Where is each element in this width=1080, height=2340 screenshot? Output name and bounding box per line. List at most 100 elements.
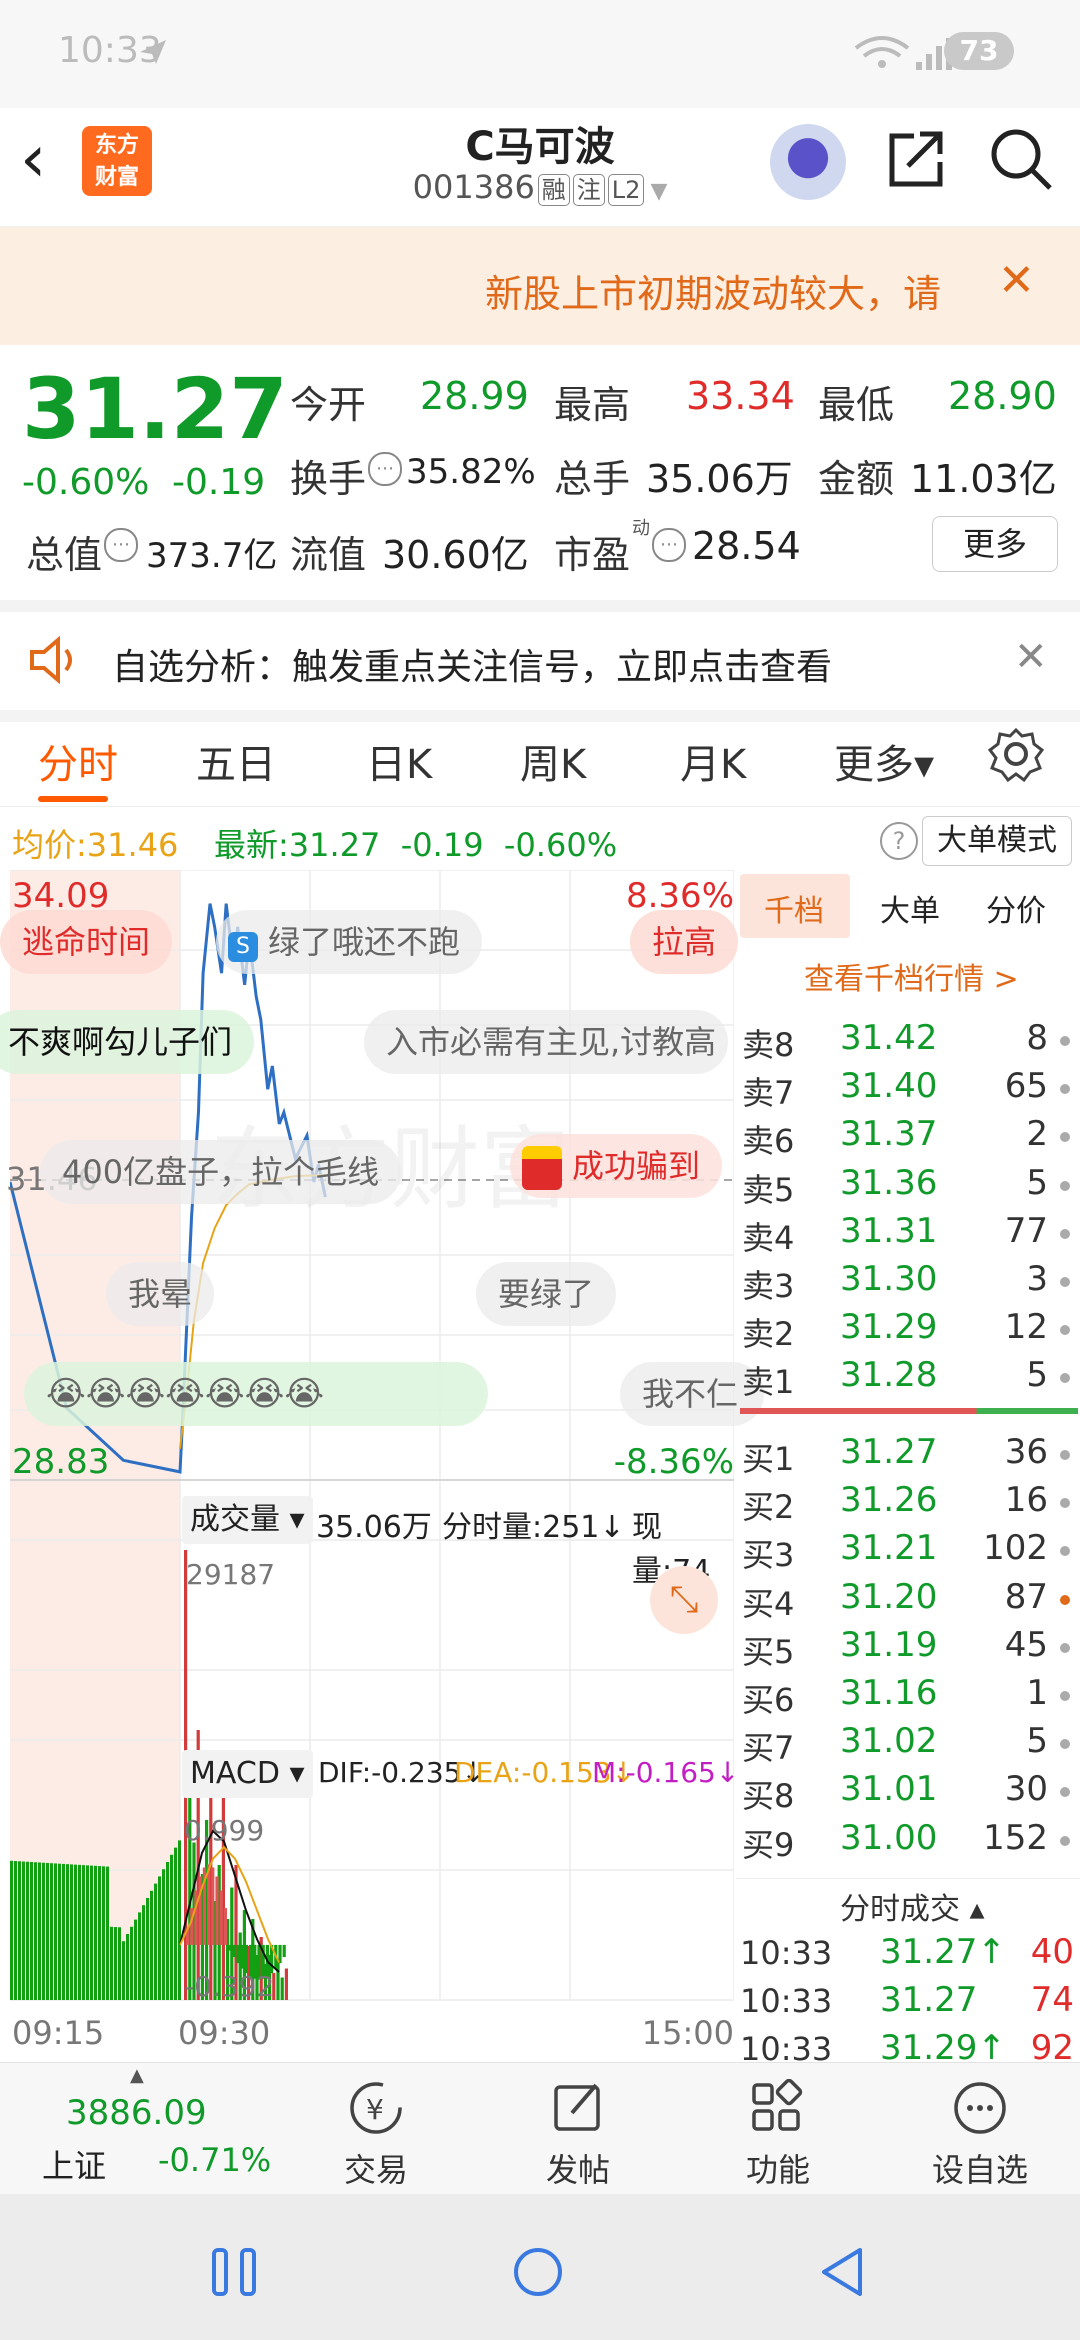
pe-label: 市盈: [554, 533, 631, 577]
tab-more[interactable]: 更多▾: [834, 732, 934, 790]
order-volume: 152: [983, 1817, 1048, 1858]
home-icon[interactable]: [508, 2242, 568, 2302]
danmu-bubble[interactable]: 成功骗到: [510, 1134, 723, 1198]
view-thousand-level-link[interactable]: 查看千档行情 >: [804, 954, 1019, 998]
close-icon[interactable]: ✕: [1014, 634, 1048, 680]
order-dot-icon: [1060, 1498, 1070, 1509]
tab-intraday[interactable]: 分时: [38, 732, 118, 790]
order-row[interactable]: 买5 31.19 45: [736, 1623, 1080, 1671]
tab-daily-k[interactable]: 日K: [366, 732, 432, 790]
function-button[interactable]: 功能: [718, 2078, 838, 2191]
back-nav-icon[interactable]: [812, 2242, 872, 2302]
order-price: 31.16: [840, 1673, 938, 1713]
order-row[interactable]: 卖7 31.40 65: [736, 1064, 1080, 1112]
order-row[interactable]: 卖8 31.42 8: [736, 1016, 1080, 1064]
index-name: 上证: [42, 2147, 107, 2185]
order-row[interactable]: 买2 31.26 16: [736, 1478, 1080, 1526]
order-row[interactable]: 买6 31.16 1: [736, 1671, 1080, 1719]
macd-min-label: -0.392: [184, 1970, 275, 2003]
danmu-bubble[interactable]: 我晕: [106, 1262, 215, 1326]
tab-big-order[interactable]: 大单: [880, 886, 940, 930]
order-volume: 36: [1004, 1432, 1048, 1472]
more-button[interactable]: 更多: [932, 516, 1058, 572]
order-row[interactable]: 卖1 31.28 5: [736, 1353, 1080, 1401]
danmu-bubble[interactable]: 不爽啊勾儿子们: [0, 1010, 255, 1074]
info-icon[interactable]: ⋯: [652, 528, 686, 562]
info-icon[interactable]: ⋯: [104, 528, 138, 562]
order-row[interactable]: 卖2 31.29 12: [736, 1305, 1080, 1353]
order-dot-icon: [1060, 1787, 1070, 1798]
tab-weekly-k[interactable]: 周K: [520, 732, 586, 790]
volume-total: 35.06万: [316, 1510, 432, 1545]
order-dot-icon: [1060, 1594, 1070, 1605]
danmu-bubble[interactable]: S 绿了哦还不跑: [216, 910, 483, 974]
volume-bar: [86, 1865, 89, 2000]
gear-icon[interactable]: [988, 726, 1044, 782]
tab-thousand-level[interactable]: 千档: [764, 886, 824, 930]
order-row[interactable]: 卖5 31.36 5: [736, 1161, 1080, 1209]
danmu-emoji-bubble[interactable]: 😭😭😭😭😭😭😭: [24, 1362, 488, 1426]
volume-bar: [150, 1890, 153, 2000]
order-row[interactable]: 买9 31.00 152: [736, 1816, 1080, 1864]
help-icon[interactable]: ?: [880, 822, 918, 860]
order-volume: 5: [1026, 1721, 1048, 1762]
expand-icon[interactable]: ⤡: [650, 1566, 718, 1634]
danmu-bubble[interactable]: 入市必需有主见,讨教高: [364, 1010, 728, 1074]
post-button[interactable]: 发帖: [518, 2079, 638, 2191]
order-dot-icon: [1060, 1228, 1070, 1239]
analysis-bar[interactable]: 自选分析：触发重点关注信号，立即点击查看 ✕: [0, 600, 1080, 722]
order-row[interactable]: 买3 31.21 102: [736, 1526, 1080, 1574]
order-dot-icon: [1060, 1450, 1070, 1460]
volume-bar: [22, 1861, 25, 2000]
ask-list: 卖8 31.42 8 卖7 31.40 65 卖6 31.37 2 卖5 31.36 5 卖4 31.31…: [736, 1016, 1080, 1406]
order-row[interactable]: 买1 31.27 36: [736, 1430, 1080, 1478]
order-row[interactable]: 卖3 31.30 3: [736, 1257, 1080, 1305]
danmu-bubble[interactable]: 拉高: [630, 910, 739, 974]
chart-down-percent: -8.36%: [613, 1442, 734, 1482]
share-icon[interactable]: [884, 126, 948, 190]
order-row[interactable]: 卖6 31.37 2: [736, 1112, 1080, 1160]
big-order-mode-button[interactable]: 大单模式: [922, 816, 1072, 866]
tab-five-day[interactable]: 五日: [196, 732, 276, 790]
order-row[interactable]: 买8 31.01 30: [736, 1767, 1080, 1815]
index-value[interactable]: 3886.09: [66, 2093, 207, 2133]
order-dot-icon: [1060, 1373, 1070, 1384]
active-tab-indicator: [38, 796, 108, 802]
order-dot-icon: [1060, 1084, 1070, 1095]
order-row[interactable]: 买7 31.02 5: [736, 1719, 1080, 1767]
time-end: 15:00: [641, 2014, 734, 2052]
tab-monthly-k[interactable]: 月K: [680, 732, 746, 790]
order-level: 买4: [742, 1584, 795, 1623]
volume-indicator-selector[interactable]: 成交量 ▾: [182, 1496, 313, 1544]
latest-label: 最新:: [214, 826, 289, 864]
order-volume: 87: [1004, 1576, 1048, 1617]
close-icon[interactable]: ✕: [998, 255, 1035, 306]
more-dots-icon: [954, 2082, 1006, 2134]
volume-bar: [102, 1866, 105, 2000]
add-watchlist-button[interactable]: 设自选: [920, 2079, 1040, 2191]
volume-bar: [130, 1926, 133, 2000]
danmu-bubble[interactable]: 要绿了: [476, 1262, 617, 1326]
info-icon[interactable]: ⋯: [368, 452, 402, 486]
order-volume: 3: [1026, 1259, 1048, 1299]
order-level: 卖6: [742, 1122, 795, 1161]
search-icon[interactable]: [988, 126, 1054, 192]
danmu-bubble[interactable]: 逃命时间: [0, 910, 173, 974]
trade-price: 31.27↑: [880, 1932, 1006, 1972]
system-nav-bar: [0, 2194, 1080, 2340]
assistant-avatar-icon[interactable]: [770, 124, 846, 200]
trade-button[interactable]: ¥ 交易: [316, 2079, 436, 2191]
intraday-chart[interactable]: 东方财富 34.09 8.36% 28.83 -8.36% 31.46 逃命时间…: [0, 870, 764, 2065]
tab-price-distribution[interactable]: 分价: [986, 886, 1046, 930]
order-row[interactable]: 卖4 31.31 77: [736, 1209, 1080, 1257]
tag-margin: 融: [537, 174, 570, 206]
mktcap-value: 373.7亿: [146, 536, 278, 576]
trades-header[interactable]: 分时成交 ▴: [840, 1884, 985, 1928]
recents-icon[interactable]: [206, 2244, 266, 2300]
macd-indicator-selector[interactable]: MACD ▾: [182, 1750, 313, 1798]
function-label: 功能: [745, 2151, 810, 2189]
avg-value: 31.46: [86, 826, 179, 864]
order-row[interactable]: 买4 31.20 87: [736, 1575, 1080, 1623]
trade-volume: 40: [1030, 1932, 1074, 1972]
danmu-bubble[interactable]: 400亿盘子，拉个毛线: [40, 1140, 402, 1204]
